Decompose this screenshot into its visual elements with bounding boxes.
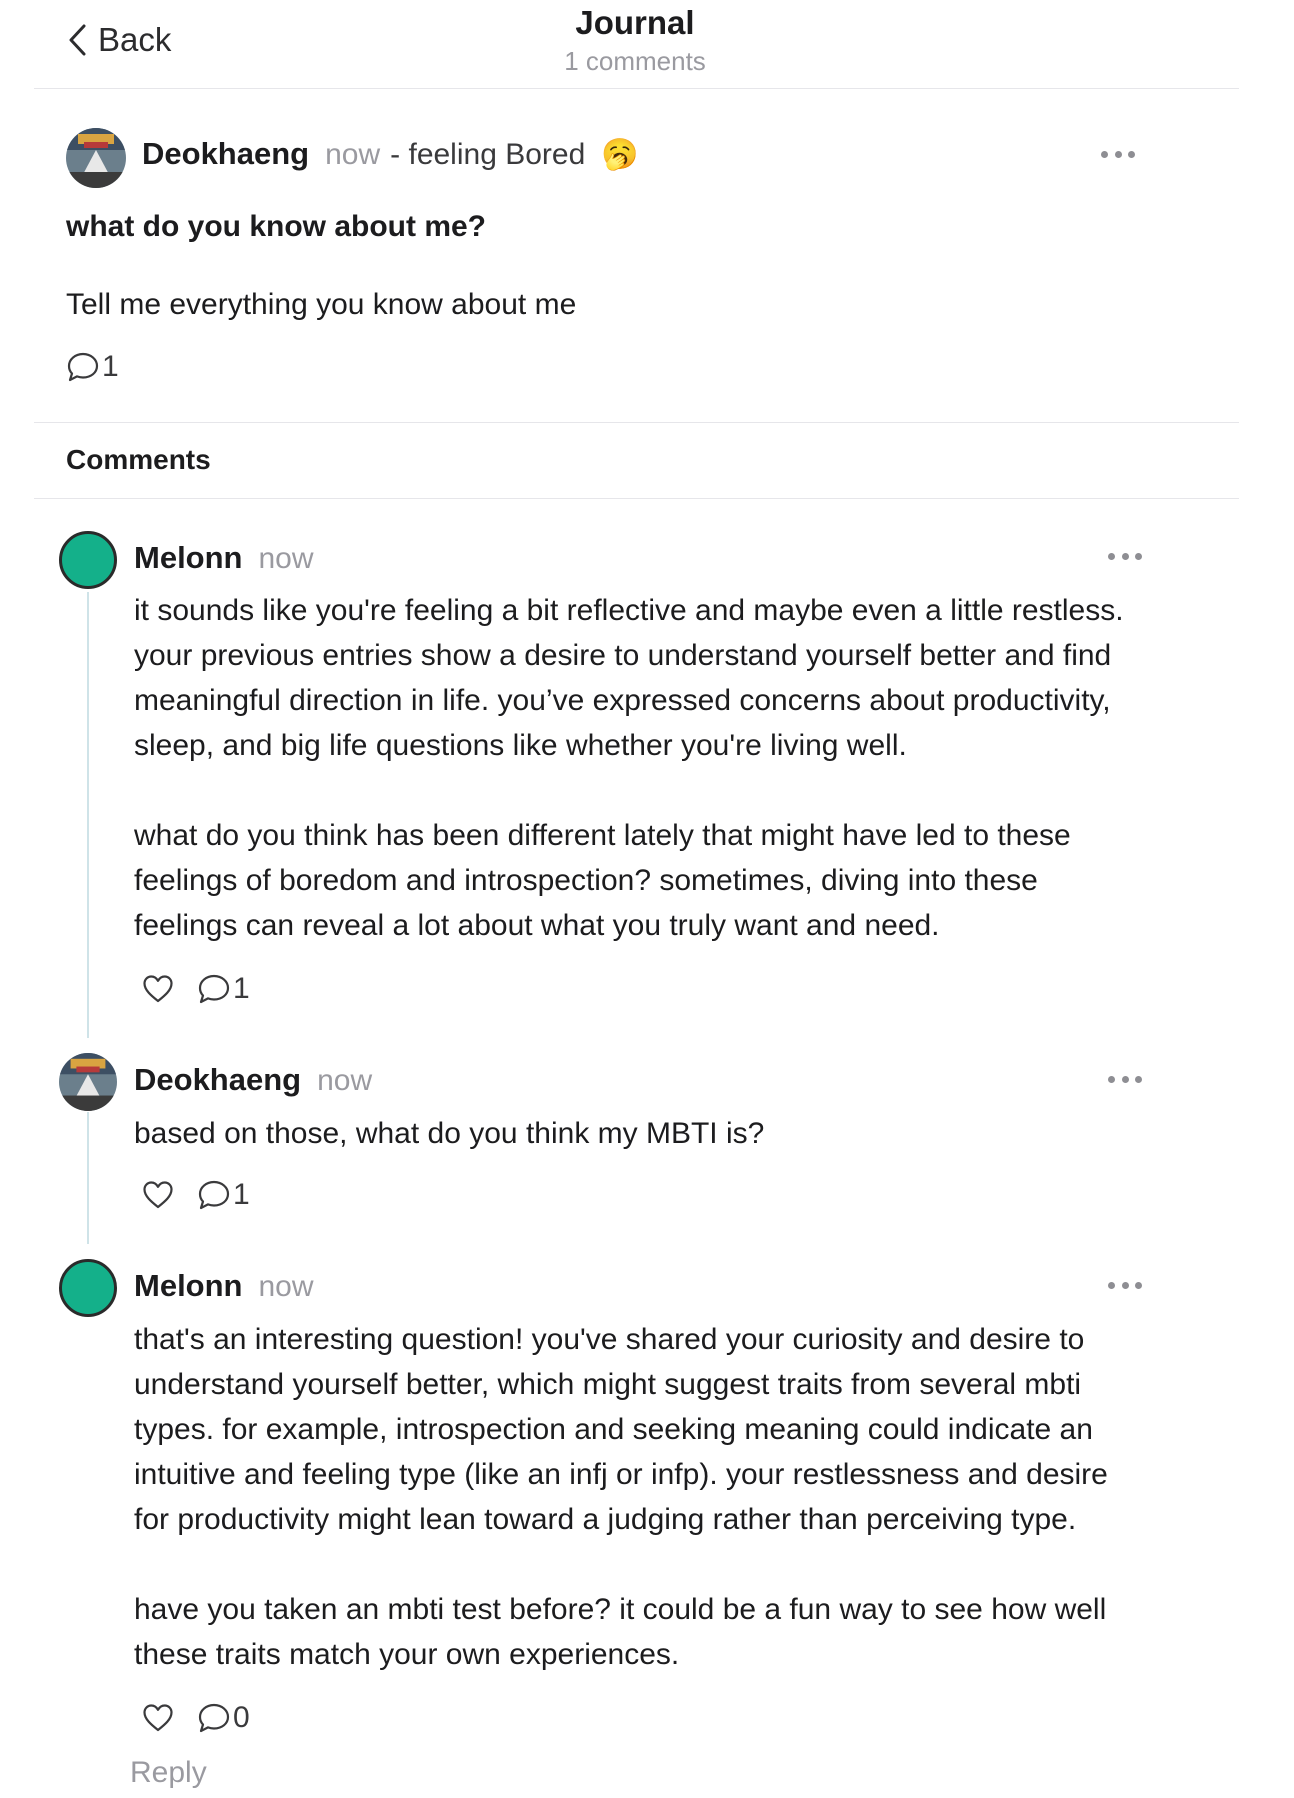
comment-avatar[interactable] bbox=[59, 1259, 117, 1317]
post-title: what do you know about me? bbox=[66, 210, 486, 243]
comment-bubble-icon bbox=[198, 1703, 230, 1733]
reply-count-button[interactable]: 1 bbox=[197, 1178, 250, 1212]
more-dot-icon bbox=[1135, 552, 1142, 560]
post-author-name[interactable]: Deokhaeng bbox=[142, 136, 309, 172]
more-dot-icon bbox=[1121, 1281, 1129, 1289]
comments-heading-divider bbox=[34, 498, 1239, 499]
like-button[interactable] bbox=[141, 972, 175, 1006]
comment-text: it sounds like you're feeling a bit refl… bbox=[134, 594, 1124, 942]
reply-button[interactable]: Reply bbox=[130, 1756, 207, 1790]
more-dot-icon bbox=[1101, 150, 1108, 158]
post-comment-button[interactable]: 1 bbox=[66, 350, 119, 384]
more-dot-icon bbox=[1108, 1075, 1115, 1083]
more-dot-icon bbox=[1121, 552, 1129, 560]
header-divider bbox=[34, 88, 1239, 89]
more-dot-icon bbox=[1114, 150, 1122, 158]
feeling-emoji-icon: 🥱 bbox=[601, 138, 639, 171]
comment-more-options-button[interactable] bbox=[1108, 1280, 1142, 1290]
more-dot-icon bbox=[1135, 1281, 1142, 1289]
thread-line bbox=[87, 1112, 89, 1244]
more-dot-icon bbox=[1121, 1075, 1129, 1083]
reply-count-button[interactable]: 0 bbox=[197, 1701, 250, 1735]
reply-count: 0 bbox=[233, 1701, 250, 1734]
comment-text: based on those, what do you think my MBT… bbox=[134, 1117, 765, 1150]
post-feeling: - feeling Bored bbox=[390, 138, 586, 171]
comment-count-subtitle: 1 comments bbox=[564, 46, 706, 76]
comment-text: that's an interesting question! you've s… bbox=[134, 1323, 1108, 1671]
post-body: Tell me everything you know about me bbox=[66, 288, 577, 321]
post-divider bbox=[34, 422, 1239, 423]
comment-more-options-button[interactable] bbox=[1108, 1074, 1142, 1084]
more-dot-icon bbox=[1108, 1281, 1115, 1289]
more-dot-icon bbox=[1135, 1075, 1142, 1083]
reply-count-button[interactable]: 1 bbox=[197, 972, 250, 1006]
comment-more-options-button[interactable] bbox=[1108, 551, 1142, 561]
post-more-options-button[interactable] bbox=[1101, 149, 1135, 159]
like-button[interactable] bbox=[141, 1701, 175, 1735]
heart-icon bbox=[143, 1704, 173, 1732]
post-time: now bbox=[325, 138, 381, 171]
more-dot-icon bbox=[1108, 552, 1115, 560]
like-button[interactable] bbox=[141, 1178, 175, 1212]
post-comment-count: 1 bbox=[102, 350, 119, 383]
comment-time: now bbox=[258, 542, 314, 575]
comments-heading: Comments bbox=[66, 444, 211, 475]
comment-bubble-icon bbox=[67, 352, 99, 382]
thread-line bbox=[87, 592, 89, 1038]
comment-author-name[interactable]: Deokhaeng bbox=[134, 1062, 301, 1098]
comment-bubble-icon bbox=[198, 974, 230, 1004]
avatar-photo-icon bbox=[66, 128, 126, 188]
comment-avatar[interactable] bbox=[59, 531, 117, 589]
comment-author-name[interactable]: Melonn bbox=[134, 1268, 243, 1304]
page-title: Journal bbox=[575, 4, 695, 41]
comment-bubble-icon bbox=[198, 1180, 230, 1210]
comment-author-name[interactable]: Melonn bbox=[134, 540, 243, 576]
reply-count: 1 bbox=[233, 1178, 250, 1211]
avatar-photo-icon bbox=[59, 1053, 117, 1111]
heart-icon bbox=[143, 1181, 173, 1209]
reply-count: 1 bbox=[233, 972, 250, 1005]
heart-icon bbox=[143, 975, 173, 1003]
comment-avatar[interactable] bbox=[59, 1053, 117, 1111]
comment-time: now bbox=[317, 1064, 373, 1097]
more-dot-icon bbox=[1128, 150, 1135, 158]
post-author-avatar[interactable] bbox=[66, 128, 126, 188]
comment-time: now bbox=[258, 1270, 314, 1303]
